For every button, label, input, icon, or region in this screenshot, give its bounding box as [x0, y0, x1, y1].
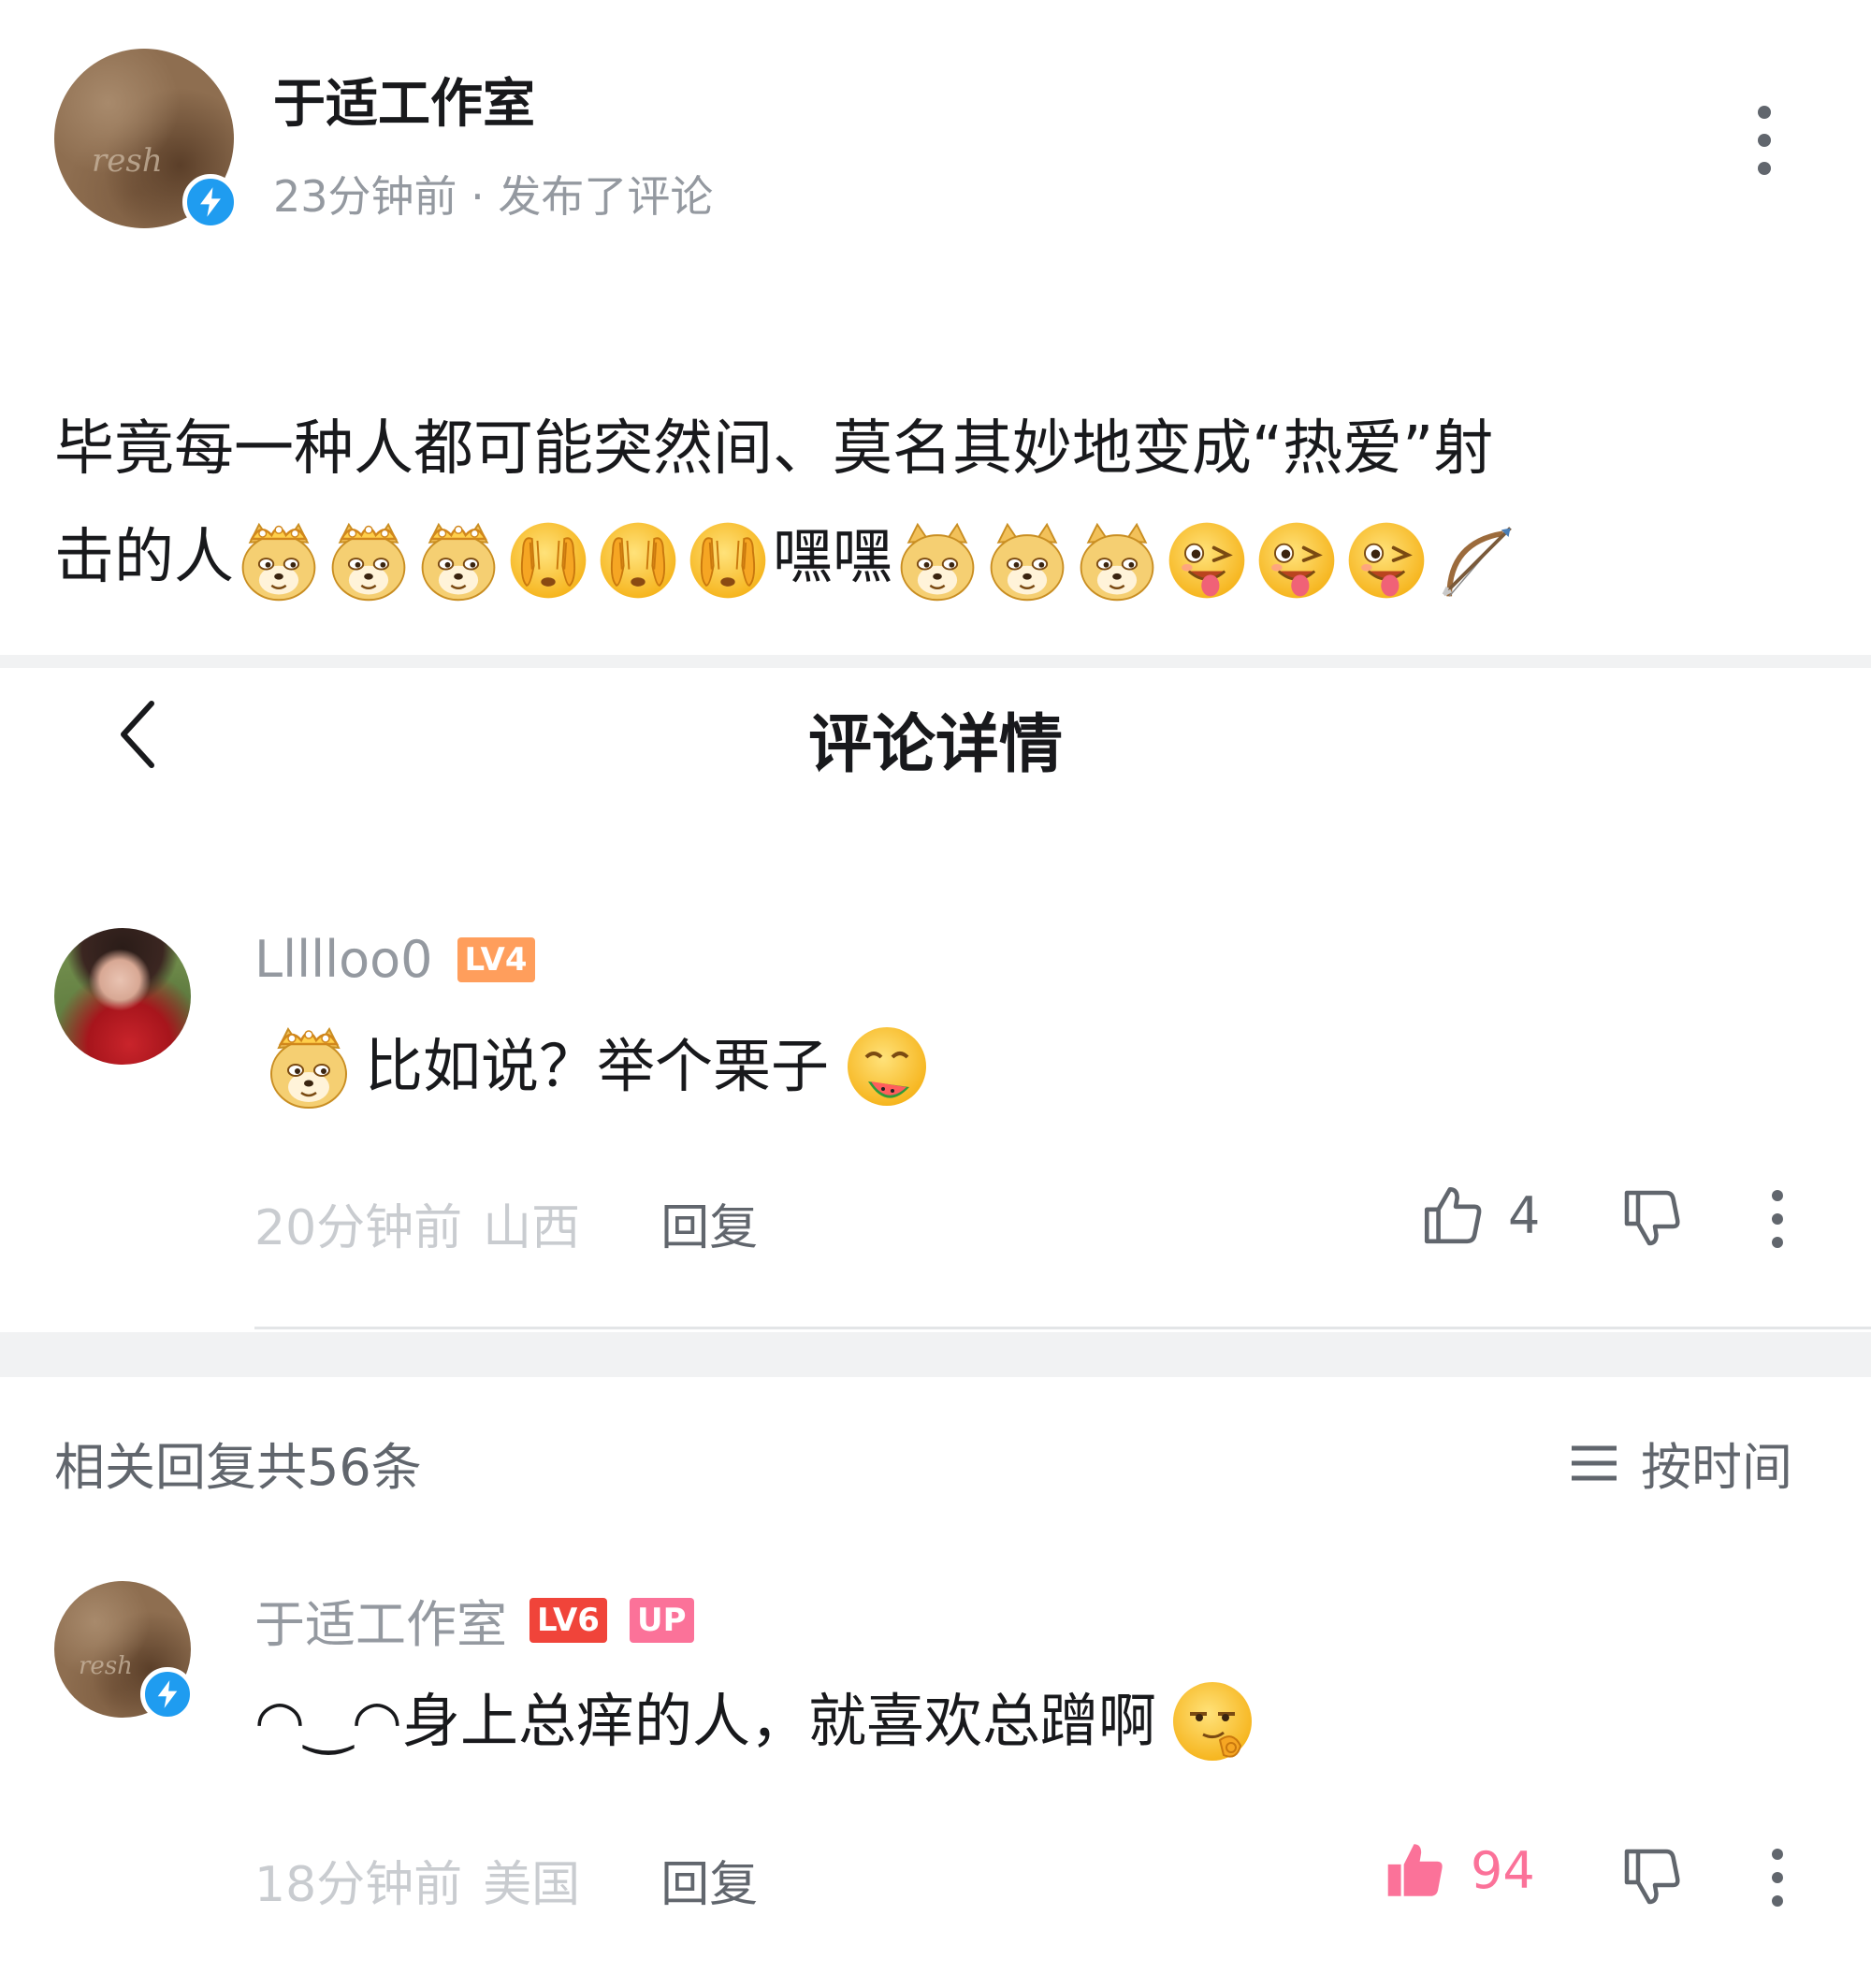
reply-text: ◠‿◠ 身上总痒的人，就喜欢总蹭啊: [254, 1675, 1259, 1768]
sort-label: 按时间: [1641, 1438, 1792, 1497]
level-badge: LV4: [457, 936, 535, 982]
reply-name-row: 于适工作室 LV6 UP: [254, 1583, 694, 1657]
eating-watermelon-emoji: [840, 1020, 934, 1113]
wink-tongue-emoji: [1162, 515, 1252, 605]
reply-meta: 18分钟前 美国 回复: [254, 1845, 758, 1915]
dislike-button[interactable]: [1618, 1184, 1686, 1255]
verified-badge-icon: [140, 1667, 195, 1721]
section-divider: [0, 655, 1871, 668]
more-options-icon[interactable]: [1746, 103, 1783, 178]
reply-button[interactable]: 回复: [660, 1845, 758, 1915]
section-divider: [0, 1332, 1871, 1377]
root-comment-body: 比如说？举个栗子: [365, 1032, 830, 1100]
doge-emoji: [892, 515, 982, 605]
sort-list-icon: [1572, 1445, 1617, 1480]
like-count: 94: [1471, 1840, 1535, 1900]
reply-location: 美国: [483, 1857, 581, 1913]
comment-location: 山西: [483, 1200, 581, 1256]
thumb-down-icon: [1624, 1190, 1680, 1246]
post-text-prefix: 击的人: [54, 523, 234, 592]
facepalm-cover-emoji: [503, 515, 593, 605]
wink-tongue-emoji: [1342, 515, 1431, 605]
smirk-ok-emoji: [1166, 1675, 1259, 1768]
like-button[interactable]: 4: [1418, 1181, 1540, 1250]
comment-time: 20分钟前: [254, 1200, 463, 1256]
facepalm-cover-emoji: [683, 515, 773, 605]
comment-more-icon[interactable]: [1759, 1188, 1796, 1254]
reply-more-icon[interactable]: [1759, 1847, 1796, 1912]
like-count: 4: [1508, 1185, 1541, 1245]
post-text: 毕竟每一种人都可能突然间、莫名其妙地变成“热爱”射 击的人 嘿嘿: [54, 395, 1832, 612]
root-comment-text: 比如说？举个栗子: [262, 1020, 934, 1113]
post-author-name[interactable]: 于适工作室: [273, 62, 535, 138]
avatar-signature: resh: [79, 1652, 133, 1680]
post-text-middle: 嘿嘿: [773, 523, 892, 592]
verified-badge-icon: [182, 174, 239, 230]
bow-arrow-emoji: [1431, 515, 1521, 605]
post-text-line-1: 毕竟每一种人都可能突然间、莫名其妙地变成“热爱”射: [54, 414, 1494, 484]
post-meta: 23分钟前 · 发布了评论: [273, 171, 714, 222]
reply-time: 18分钟前: [254, 1857, 463, 1913]
facepalm-cover-emoji: [593, 515, 683, 605]
wink-tongue-emoji: [1252, 515, 1342, 605]
level-badge: LV6: [529, 1597, 607, 1643]
commenter-username[interactable]: Llllloo0: [254, 930, 433, 989]
thumb-up-icon: [1424, 1186, 1482, 1244]
replies-count: 相关回复共56条: [54, 1438, 422, 1497]
thumb-up-filled-icon: [1387, 1844, 1443, 1896]
doge-crown-emoji: [234, 515, 324, 605]
doge-crown-emoji: [413, 515, 503, 605]
avatar-signature: resh: [92, 142, 163, 180]
page-title: 评论详情: [807, 708, 1063, 782]
thumb-down-icon: [1624, 1849, 1680, 1905]
up-badge: UP: [629, 1597, 694, 1643]
reply-body: 身上总痒的人，就喜欢总蹭啊: [402, 1687, 1157, 1755]
doge-emoji: [982, 515, 1072, 605]
root-comment-meta: 20分钟前 山西 回复: [254, 1188, 758, 1258]
doge-crown-emoji: [262, 1020, 355, 1113]
sort-button[interactable]: 按时间: [1568, 1426, 1792, 1500]
doge-crown-emoji: [324, 515, 413, 605]
reply-button[interactable]: 回复: [660, 1188, 758, 1258]
like-button-active[interactable]: 94: [1381, 1836, 1535, 1905]
commenter-name-row: Llllloo0 LV4: [254, 930, 535, 989]
post-text-line-2: 击的人 嘿嘿: [54, 503, 1832, 612]
commenter-avatar[interactable]: [54, 928, 191, 1065]
reply-kaomoji: ◠‿◠: [254, 1687, 403, 1755]
dislike-button[interactable]: [1618, 1843, 1686, 1914]
divider-line: [254, 1327, 1871, 1329]
doge-emoji: [1072, 515, 1162, 605]
reply-username[interactable]: 于适工作室: [254, 1583, 507, 1657]
